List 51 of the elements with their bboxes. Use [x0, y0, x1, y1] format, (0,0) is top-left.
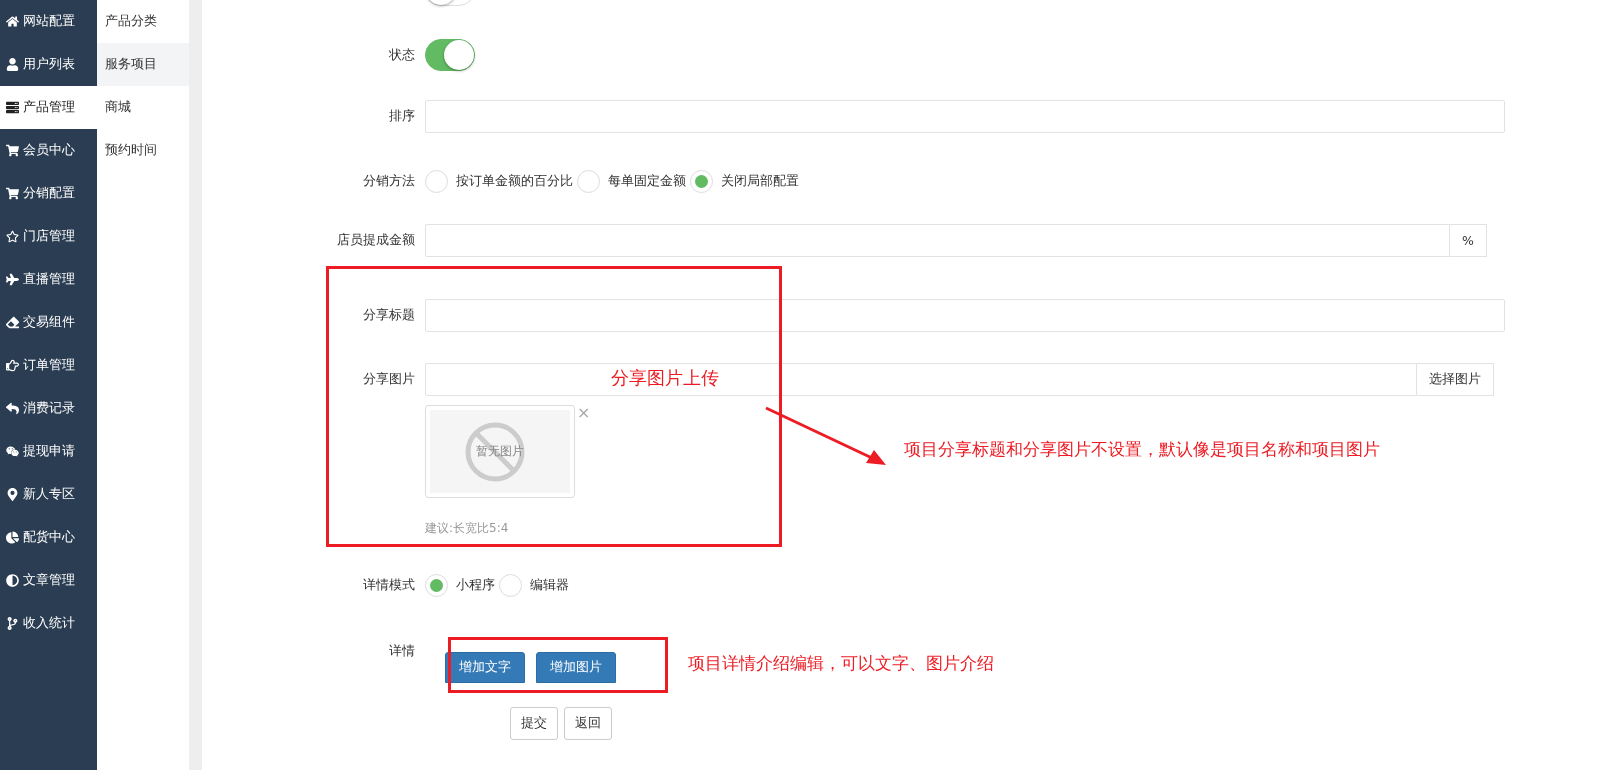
percent-addon: % [1450, 224, 1487, 257]
field-label: 分销方法 [362, 173, 416, 190]
share-title-input[interactable] [425, 299, 1505, 332]
radio-label: 每单固定金额 [608, 173, 686, 190]
radio-button[interactable] [425, 170, 448, 193]
user-icon [6, 58, 19, 71]
share-image-input[interactable] [425, 363, 1417, 396]
annotation-text: 项目分享标题和分享图片不设置，默认像是项目名称和项目图片 [904, 438, 1380, 461]
field-label: 详情 [388, 642, 416, 660]
radio-label: 小程序 [456, 576, 495, 594]
no-image-text: 暂无图片 [476, 444, 524, 459]
home-icon [6, 15, 19, 28]
annotation-text: 分享图片上传 [611, 366, 719, 390]
no-image-icon [465, 422, 525, 482]
submit-button[interactable]: 提交 [510, 707, 558, 740]
branch-icon [6, 617, 19, 630]
eraser-icon [6, 316, 19, 329]
plane-icon [6, 273, 19, 286]
radio-label: 编辑器 [530, 576, 569, 594]
add-button[interactable]: 增加图片 [536, 652, 616, 683]
sidebar-item[interactable]: 产品管理 [0, 86, 97, 129]
field-label: 状态 [388, 46, 416, 64]
choose-image-button[interactable]: 选择图片 [1417, 363, 1494, 396]
annotation-text: 项目详情介绍编辑，可以文字、图片介绍 [688, 652, 994, 675]
toggle-switch[interactable] [425, 39, 475, 71]
reply-arrow-icon [6, 402, 19, 415]
field-label: 分享标题 [362, 307, 416, 324]
radio-label: 关闭局部配置 [721, 173, 799, 190]
cart-icon [6, 187, 19, 200]
star-icon [6, 230, 19, 243]
pin-icon [6, 488, 19, 501]
radio-button[interactable] [577, 170, 600, 193]
cart-icon [6, 144, 19, 157]
hint-text: 建议:长宽比5:4 [425, 520, 509, 537]
radio-button[interactable] [499, 573, 522, 597]
submenu-item[interactable]: 服务项目 [97, 43, 189, 86]
radio-button[interactable] [425, 573, 448, 597]
field-label: 详情模式 [362, 576, 416, 594]
radio-label: 按订单金额的百分比 [456, 173, 573, 190]
chat-bubbles-icon [6, 445, 19, 458]
add-button[interactable]: 增加文字 [445, 652, 525, 683]
field-label: 分享图片 [362, 371, 416, 388]
pie-chart-icon [6, 531, 19, 544]
server-icon [6, 101, 19, 114]
radio-button[interactable] [690, 170, 713, 193]
field-label: 排序 [388, 108, 416, 125]
hand-pointing-icon [6, 359, 19, 372]
sort-input[interactable] [425, 100, 1505, 133]
field-label: 店员提成金额 [336, 232, 416, 249]
back-button[interactable]: 返回 [564, 707, 612, 740]
commission-input[interactable] [425, 224, 1450, 257]
